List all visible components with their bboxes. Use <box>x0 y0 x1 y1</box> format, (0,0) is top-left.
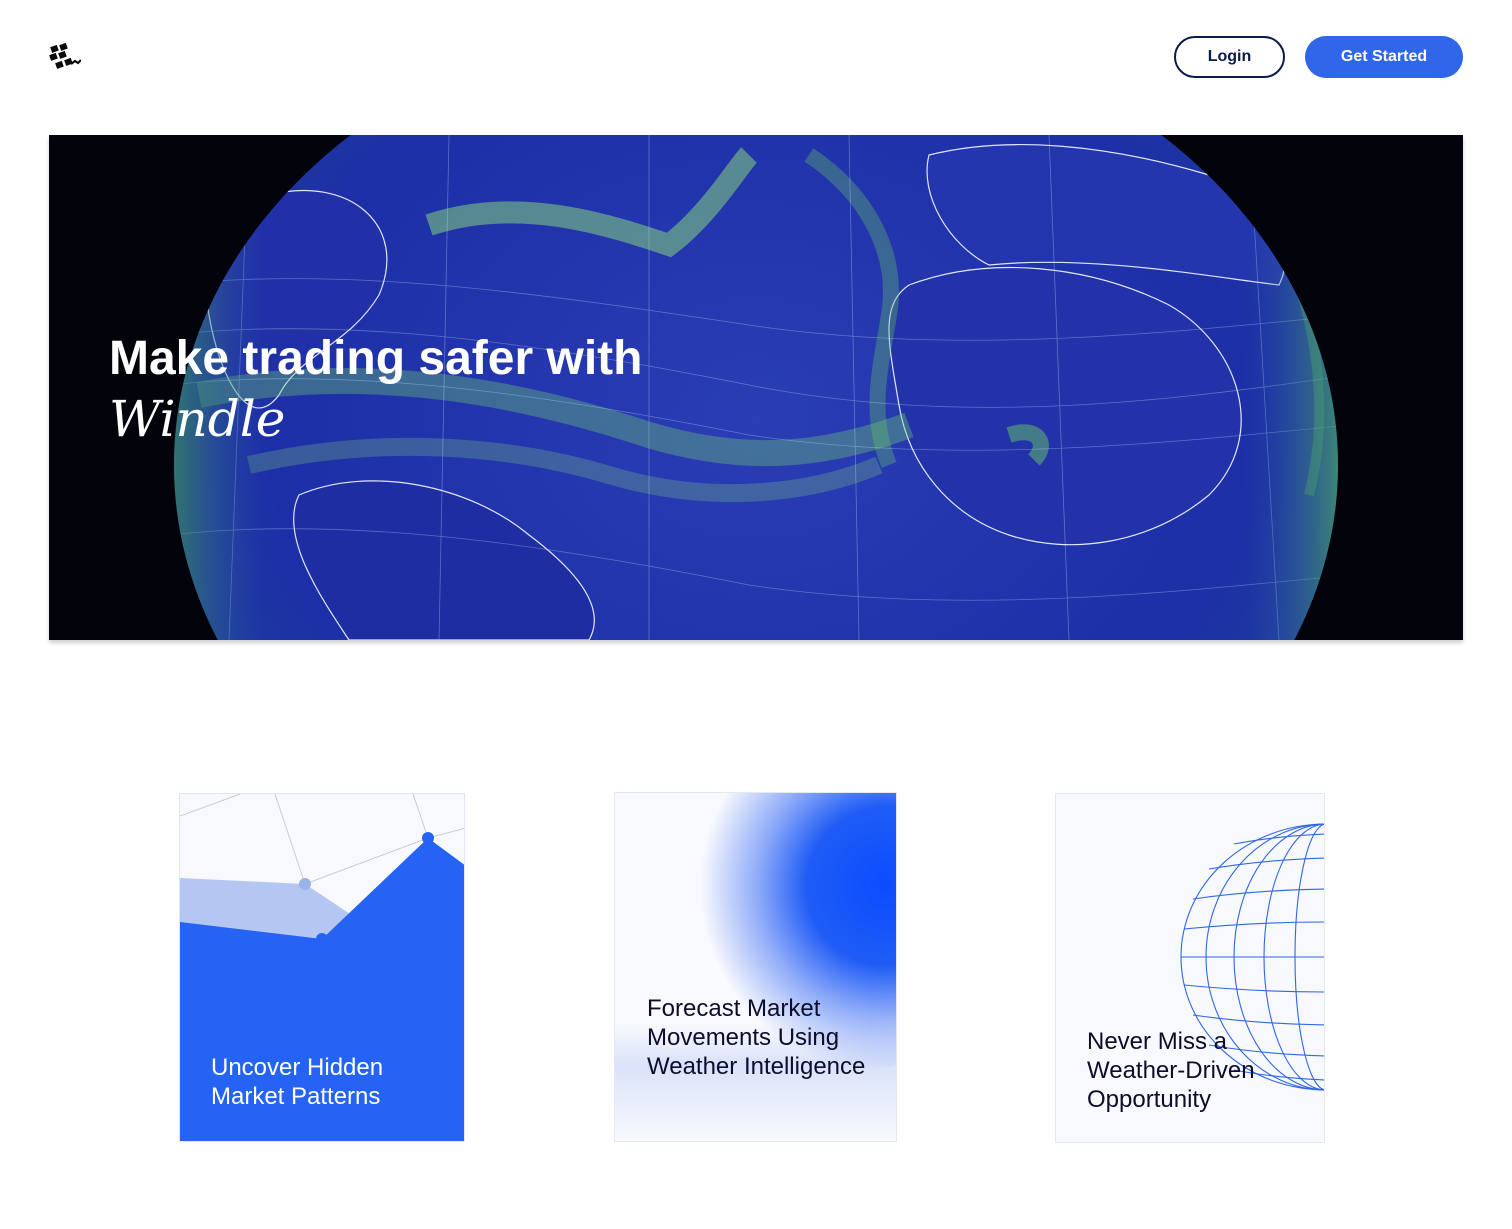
site-header: Login Get Started <box>0 0 1512 115</box>
hero-brand-name: Windle <box>109 390 286 448</box>
feature-card-forecast[interactable]: Forecast Market Movements Using Weather … <box>614 792 897 1142</box>
feature-title: Uncover Hidden Market Patterns <box>211 1054 384 1110</box>
earth-wind-globe <box>174 135 1338 640</box>
feature-card-patterns[interactable]: Uncover Hidden Market Patterns <box>179 793 465 1142</box>
feature-title: Never Miss a Weather-Driven Opportunity <box>1087 1028 1255 1113</box>
hero-banner: Make trading safer with Windle <box>49 135 1463 640</box>
feature-card-opportunity[interactable]: Never Miss a Weather-Driven Opportunity <box>1055 793 1325 1143</box>
feature-title: Forecast Market Movements Using Weather … <box>647 995 866 1080</box>
login-button[interactable]: Login <box>1174 36 1285 78</box>
windle-logo-icon[interactable] <box>49 43 81 71</box>
get-started-button[interactable]: Get Started <box>1305 36 1463 78</box>
hero-title: Make trading safer with <box>109 332 643 385</box>
